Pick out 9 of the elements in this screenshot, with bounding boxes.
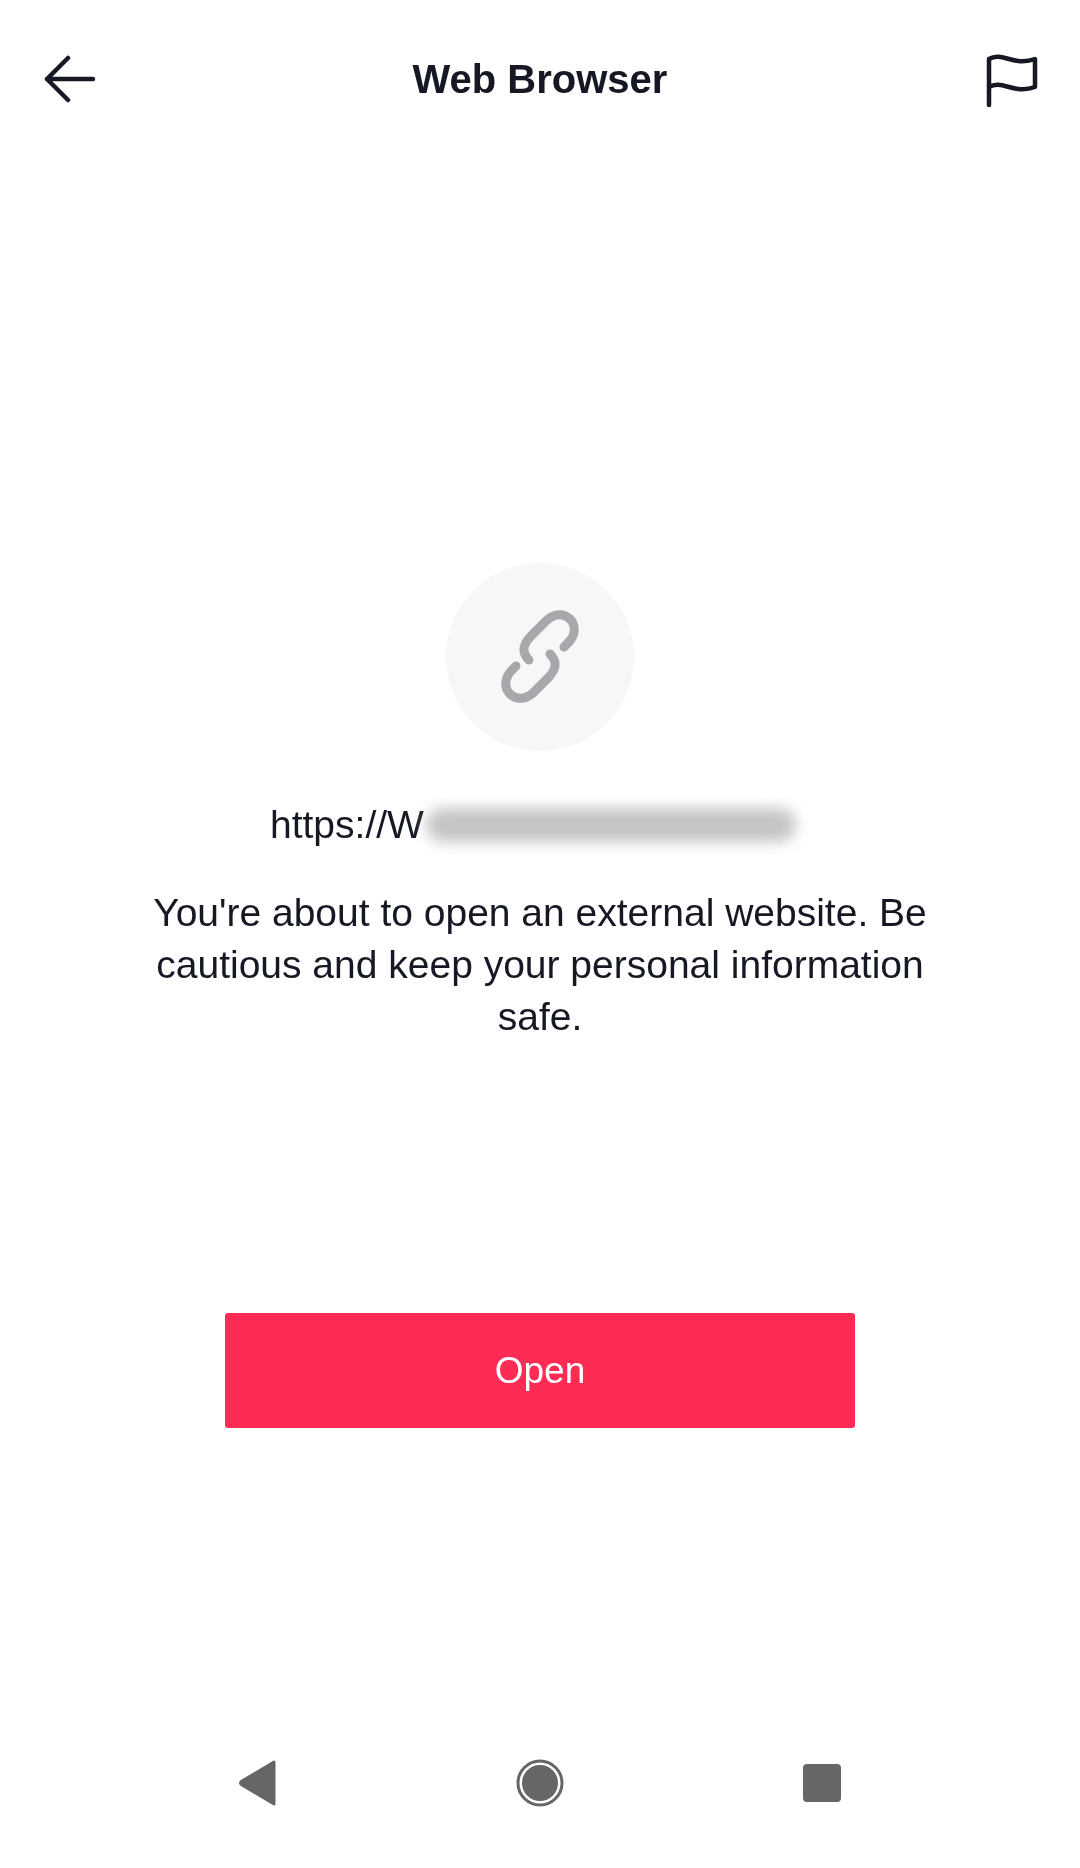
home-nav-icon[interactable] (515, 1758, 565, 1808)
page-title: Web Browser (412, 56, 668, 102)
back-nav-icon[interactable] (238, 1760, 279, 1806)
back-icon[interactable] (44, 55, 96, 103)
open-button[interactable]: Open (225, 1313, 855, 1428)
url-text: https://W (270, 803, 424, 847)
warning-message: You're about to open an external website. Be cautious and keep your personal information safe. (152, 890, 928, 1040)
flag-icon[interactable] (984, 51, 1040, 107)
recents-nav-icon[interactable] (801, 1763, 842, 1803)
